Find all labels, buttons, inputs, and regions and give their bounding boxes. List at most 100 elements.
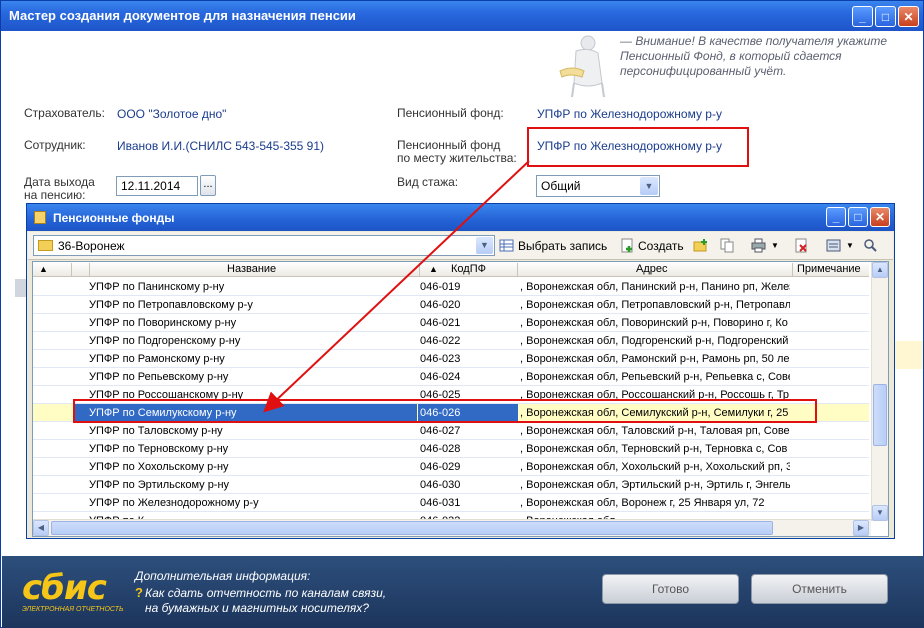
question-icon: ? (135, 585, 143, 600)
cell-name: УПФР по Репьевскому р-ну (89, 371, 229, 383)
logo: сбис (22, 568, 107, 608)
info-link[interactable]: Как сдать отчетность по каналам связи, н… (145, 586, 445, 616)
footer-bar: сбис ЭЛЕКТРОННАЯ ОТЧЕТНОСТЬ Дополнительн… (2, 556, 924, 628)
table-row[interactable]: УПФР по Поворинскому р-ну 046-021 , Вороне… (33, 314, 869, 332)
cell-code: 046-020 (420, 299, 461, 311)
column-name[interactable]: Название (227, 263, 276, 275)
experience-select[interactable]: Общий ▼ (536, 175, 660, 197)
cancel-button[interactable]: Отменить (751, 574, 888, 604)
column-code[interactable]: КодПФ (451, 263, 486, 275)
chevron-down-icon[interactable]: ▼ (640, 177, 658, 195)
cell-address: , Воронежская обл, Поворинский р-н, Пово… (520, 317, 788, 329)
table-row[interactable]: УПФР по Эртильскому р-ну 046-030 , Воронеж… (33, 476, 869, 494)
hint-text: — Внимание! В качестве получателя укажит… (620, 34, 888, 78)
delete-icon[interactable] (794, 238, 809, 253)
cell-address: , Воронежская обл, Подгоренский р-н, Под… (520, 335, 789, 347)
sort-up-icon[interactable]: ▲ (429, 264, 438, 274)
cell-code: 046-023 (420, 353, 461, 365)
cell-name: УПФР по Хохольскому р-ну (89, 461, 229, 473)
copy-icon[interactable] (720, 238, 735, 253)
create-icon[interactable] (620, 238, 635, 253)
employee-value[interactable]: Иванов И.И.(СНИЛС 543-545-355 91) (117, 139, 324, 153)
cell-code: 046-028 (420, 443, 461, 455)
window-titlebar[interactable]: Мастер создания документов для назначени… (1, 1, 923, 31)
cell-address: , Воронежская обл, Панинский р-н, Панино… (520, 281, 790, 293)
view-options-icon[interactable] (826, 238, 841, 253)
scroll-up-icon[interactable]: ▲ (872, 262, 888, 278)
assistant-figure-icon (559, 35, 605, 98)
cell-address: , Воронежская обл, Хохольский р-н, Хохол… (520, 461, 790, 473)
employee-label: Сотрудник: (24, 138, 86, 152)
table-row[interactable]: УПФР по Таловскому р-ну 046-027 , Воронежс… (33, 422, 869, 440)
cell-name: УПФР по Железнодорожному р-у (89, 497, 259, 509)
vertical-scrollbar[interactable]: ▲ ▼ (871, 262, 888, 521)
column-note[interactable]: Примечание (797, 263, 861, 275)
scroll-right-icon[interactable]: ▶ (853, 520, 869, 536)
selected-row-highlight (73, 399, 817, 423)
region-value: 36-Воронеж (58, 239, 125, 253)
dialog-app-icon (34, 211, 46, 224)
fund-residence-label-2: по месту жительства: (397, 151, 517, 165)
cell-address: , Воронежская обл, Воронеж г, 25 Января … (520, 497, 765, 509)
dialog-minimize-button[interactable]: _ (826, 207, 846, 227)
dialog-title: Пенсионные фонды (53, 211, 175, 225)
info-link-line-1: Как сдать отчетность по каналам связи, (145, 586, 387, 600)
table-row[interactable]: УПФР по Панинскому р-ну 046-019 , Воронежс… (33, 278, 869, 296)
cell-code: 046-027 (420, 425, 461, 437)
cell-name: УПФР по Панинскому р-ну (89, 281, 225, 293)
cell-address: , Воронежская обл, Терновский р-н, Терно… (520, 443, 788, 455)
create-button[interactable]: Создать (638, 239, 684, 253)
info-link-line-2: на бумажных и магнитных носителях? (145, 601, 369, 615)
table-row[interactable]: УПФР по Подгоренскому р-ну 046-022 , Ворон… (33, 332, 869, 350)
retire-date-label-2: на пенсию: (24, 188, 86, 202)
window-title: Мастер создания документов для назначени… (9, 8, 356, 23)
horizontal-scrollbar[interactable]: ◀ ▶ (33, 519, 871, 536)
view-dropdown-icon[interactable]: ▼ (846, 241, 854, 250)
sort-up-icon[interactable]: ▲ (39, 264, 48, 274)
experience-value: Общий (541, 179, 581, 193)
cell-address: , Воронежская обл, Таловский р-н, Талова… (520, 425, 790, 437)
close-button[interactable]: ✕ (898, 6, 919, 27)
region-select[interactable]: 36-Воронеж ▼ (33, 235, 495, 256)
table-header: ▲ Название ▲ КодПФ Адрес Примечание (33, 262, 869, 277)
print-icon[interactable] (751, 238, 766, 253)
fund-label: Пенсионный фонд: (397, 106, 504, 120)
select-record-button[interactable]: Выбрать запись (518, 239, 607, 253)
search-icon[interactable] (863, 238, 878, 253)
insurer-value[interactable]: ООО "Золотое дно" (117, 107, 226, 121)
retire-date-input[interactable]: 12.11.2014 (116, 176, 198, 196)
table-row[interactable]: УПФР по Железнодорожному р-у 046-031 , Вор… (33, 494, 869, 512)
info-title: Дополнительная информация: (135, 569, 311, 583)
dialog-close-button[interactable]: ✕ (870, 207, 890, 227)
dialog-titlebar[interactable]: Пенсионные фонды _ □ ✕ (27, 204, 894, 231)
cell-name: УПФР по Эртильскому р-ну (89, 479, 230, 491)
dialog-maximize-button[interactable]: □ (848, 207, 868, 227)
print-dropdown-icon[interactable]: ▼ (771, 241, 779, 250)
cell-address: , Воронежская обл, Рамонский р-н, Рамонь… (520, 353, 790, 365)
maximize-button[interactable]: □ (875, 6, 896, 27)
table-row[interactable]: УПФР по Хохольскому р-ну 046-029 , Воронеж… (33, 458, 869, 476)
scroll-thumb[interactable] (51, 521, 773, 535)
experience-label: Вид стажа: (397, 175, 459, 189)
cell-code: 046-019 (420, 281, 461, 293)
chevron-down-icon[interactable]: ▼ (476, 237, 493, 254)
fund-value[interactable]: УПФР по Железнодорожному р-у (537, 107, 722, 121)
column-address[interactable]: Адрес (636, 263, 668, 275)
cell-name: УПФР по Терновскому р-ну (89, 443, 229, 455)
table-row[interactable]: УПФР по Репьевскому р-ну 046-024 , Воронеж… (33, 368, 869, 386)
scroll-down-icon[interactable]: ▼ (872, 505, 888, 521)
cell-code: 046-029 (420, 461, 461, 473)
folder-icon (38, 240, 53, 251)
minimize-button[interactable]: _ (852, 6, 873, 27)
logo-subtitle: ЭЛЕКТРОННАЯ ОТЧЕТНОСТЬ (22, 606, 124, 613)
table-row[interactable]: УПФР по Петропавловскому р-у 046-020 , Вор… (33, 296, 869, 314)
table-row[interactable]: УПФР по Терновскому р-ну 046-028 , Воронеж… (33, 440, 869, 458)
scroll-left-icon[interactable]: ◀ (33, 520, 49, 536)
add-folder-icon[interactable] (693, 238, 708, 253)
table-row[interactable]: УПФР по Рамонскому р-ну 046-023 , Воронежс… (33, 350, 869, 368)
scroll-thumb[interactable] (873, 384, 887, 446)
insurer-label: Страхователь: (24, 106, 105, 120)
select-record-icon[interactable] (499, 238, 514, 253)
done-button[interactable]: Готово (602, 574, 739, 604)
date-picker-button[interactable]: ... (200, 175, 216, 196)
